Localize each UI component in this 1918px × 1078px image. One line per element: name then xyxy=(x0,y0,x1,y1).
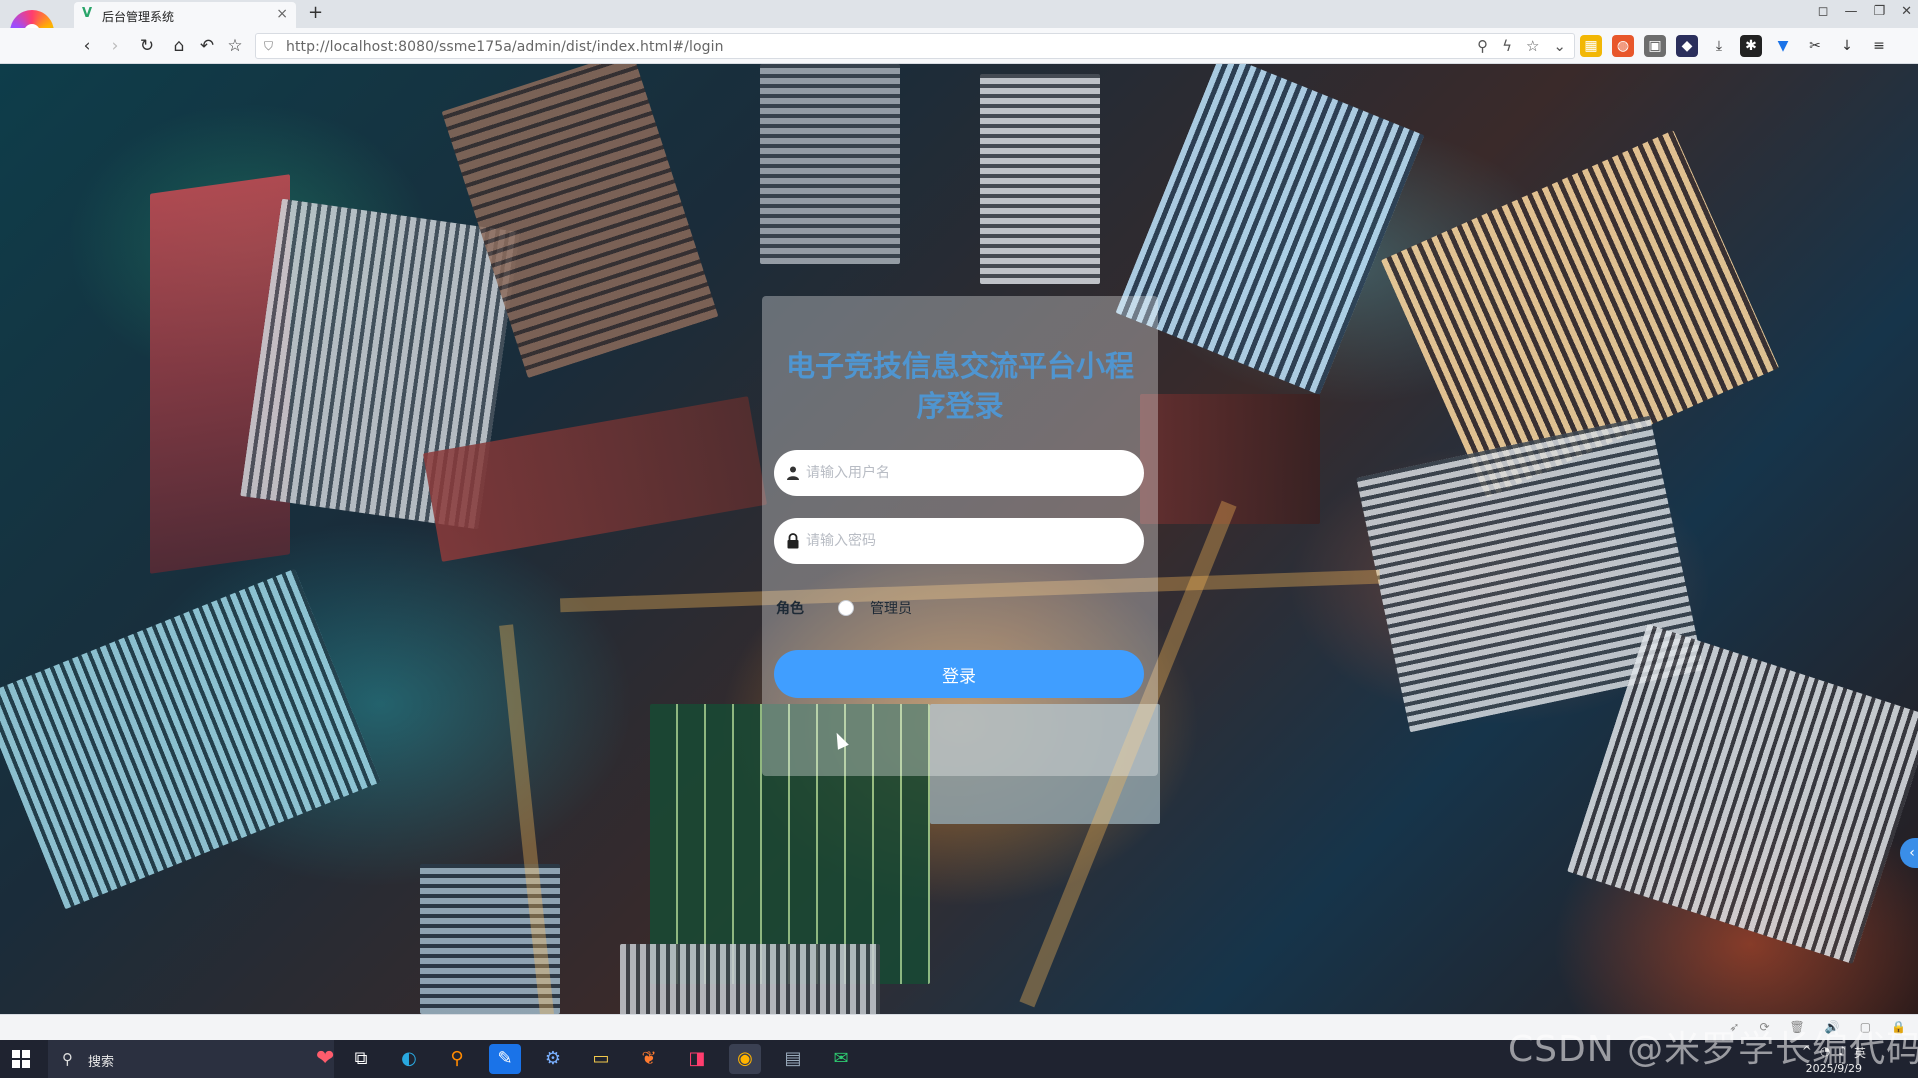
new-tab-button[interactable]: + xyxy=(308,2,323,23)
star-icon[interactable]: ☆ xyxy=(224,35,246,57)
taskbar-apps: ⧉ ◐ ⚲ ✎ ⚙ ▭ ❦ ◨ ◉ ▤ ✉ xyxy=(345,1044,857,1074)
username-input[interactable] xyxy=(806,450,1126,496)
file-explorer-icon[interactable]: ▭ xyxy=(585,1044,617,1074)
menu-icon[interactable]: ≡ xyxy=(1868,35,1890,57)
bookmark-star-icon[interactable]: ☆ xyxy=(1526,37,1539,55)
reload-icon[interactable]: ↻ xyxy=(136,35,158,57)
extension-icon[interactable]: ▣ xyxy=(1644,35,1666,57)
password-input[interactable] xyxy=(806,518,1126,564)
login-button[interactable]: 登录 xyxy=(774,650,1144,698)
building xyxy=(760,64,900,264)
address-bar[interactable]: ⛉ http://localhost:8080/ssme175a/admin/d… xyxy=(255,33,1575,59)
search-label: 搜索 xyxy=(88,1055,115,1070)
shield-extension-icon[interactable]: ▼ xyxy=(1772,35,1794,57)
tab-title: 后台管理系统 xyxy=(102,10,175,24)
search-app-icon[interactable]: ⚲ xyxy=(441,1044,473,1074)
extension-icon[interactable]: ✱ xyxy=(1740,35,1762,57)
vue-logo-icon: V xyxy=(82,6,93,21)
app-icon[interactable]: ❦ xyxy=(633,1044,665,1074)
zoom-icon[interactable]: ⚲ xyxy=(1477,37,1488,55)
download-icon[interactable]: ⤓ xyxy=(1708,35,1730,57)
app-icon[interactable]: ⚙ xyxy=(537,1044,569,1074)
window-controls: ◻ — ❐ ✕ xyxy=(1818,4,1912,19)
username-field[interactable] xyxy=(774,450,1144,496)
back-icon[interactable]: ‹ xyxy=(76,35,98,57)
extensions: ▦ ◍ ▣ ◆ ⤓ ✱ ▼ ✂ ↓ ≡ xyxy=(1580,35,1890,57)
tab-bar: V 后台管理系统 × + ◻ — ❐ ✕ xyxy=(0,0,1918,28)
forward-icon[interactable]: › xyxy=(104,35,126,57)
browser-tab[interactable]: V 后台管理系统 × xyxy=(74,2,296,28)
app-icon[interactable]: ▤ xyxy=(777,1044,809,1074)
chevron-down-icon[interactable]: ⌄ xyxy=(1553,37,1566,55)
lock-icon xyxy=(787,533,799,549)
building xyxy=(980,74,1100,284)
scissors-icon[interactable]: ✂ xyxy=(1804,35,1826,57)
app-icon[interactable]: ✎ xyxy=(489,1044,521,1074)
close-window-button[interactable]: ✕ xyxy=(1901,4,1912,19)
browser-toolbar: ‹ › ↻ ⌂ ↶ ☆ ⛉ http://localhost:8080/ssme… xyxy=(0,28,1918,64)
lightning-icon[interactable]: ϟ xyxy=(1502,37,1512,55)
search-icon: ⚲ xyxy=(62,1050,73,1068)
url-text[interactable]: http://localhost:8080/ssme175a/admin/dis… xyxy=(286,39,724,55)
password-field[interactable] xyxy=(774,518,1144,564)
role-selector: 角色 管理员 xyxy=(776,596,912,620)
building xyxy=(1115,64,1425,396)
download-arrow-icon[interactable]: ↓ xyxy=(1836,35,1858,57)
login-panel: 电子竞技信息交流平台小程序登录 角色 管理员 登录 xyxy=(762,296,1158,776)
pin-window-icon[interactable]: ◻ xyxy=(1818,4,1829,19)
role-label: 角色 xyxy=(776,601,804,617)
extension-icon[interactable]: ◍ xyxy=(1612,35,1634,57)
csdn-watermark: CSDN @米罗学长编代码 xyxy=(1508,1029,1918,1070)
apps-grid-icon[interactable]: ▦ xyxy=(1580,35,1602,57)
extension-icon[interactable]: ◆ xyxy=(1676,35,1698,57)
role-option-label[interactable]: 管理员 xyxy=(870,598,912,618)
address-actions: ⚲ ϟ ☆ ⌄ xyxy=(1477,37,1566,55)
task-view-icon[interactable]: ⧉ xyxy=(345,1044,377,1074)
minimize-button[interactable]: — xyxy=(1844,4,1857,19)
login-title: 电子竞技信息交流平台小程序登录 xyxy=(785,349,1134,423)
search-highlight-icon: ❤ xyxy=(316,1046,335,1071)
shield-icon: ⛉ xyxy=(264,39,274,53)
taskbar-search[interactable]: ⚲ 搜索 ❤ xyxy=(48,1040,334,1078)
building xyxy=(0,568,381,910)
maximize-button[interactable]: ❐ xyxy=(1873,4,1885,19)
browser-taskbar-icon[interactable]: ◉ xyxy=(729,1044,761,1074)
edge-icon[interactable]: ◐ xyxy=(393,1044,425,1074)
wechat-icon[interactable]: ✉ xyxy=(825,1044,857,1074)
role-radio-admin[interactable] xyxy=(838,600,854,616)
ide-icon[interactable]: ◨ xyxy=(681,1044,713,1074)
tab-close-button[interactable]: × xyxy=(276,6,288,22)
home-icon[interactable]: ⌂ xyxy=(168,35,190,57)
building xyxy=(620,944,880,1014)
user-icon xyxy=(787,466,799,480)
undo-icon[interactable]: ↶ xyxy=(196,35,218,57)
windows-start-icon[interactable] xyxy=(12,1050,30,1068)
